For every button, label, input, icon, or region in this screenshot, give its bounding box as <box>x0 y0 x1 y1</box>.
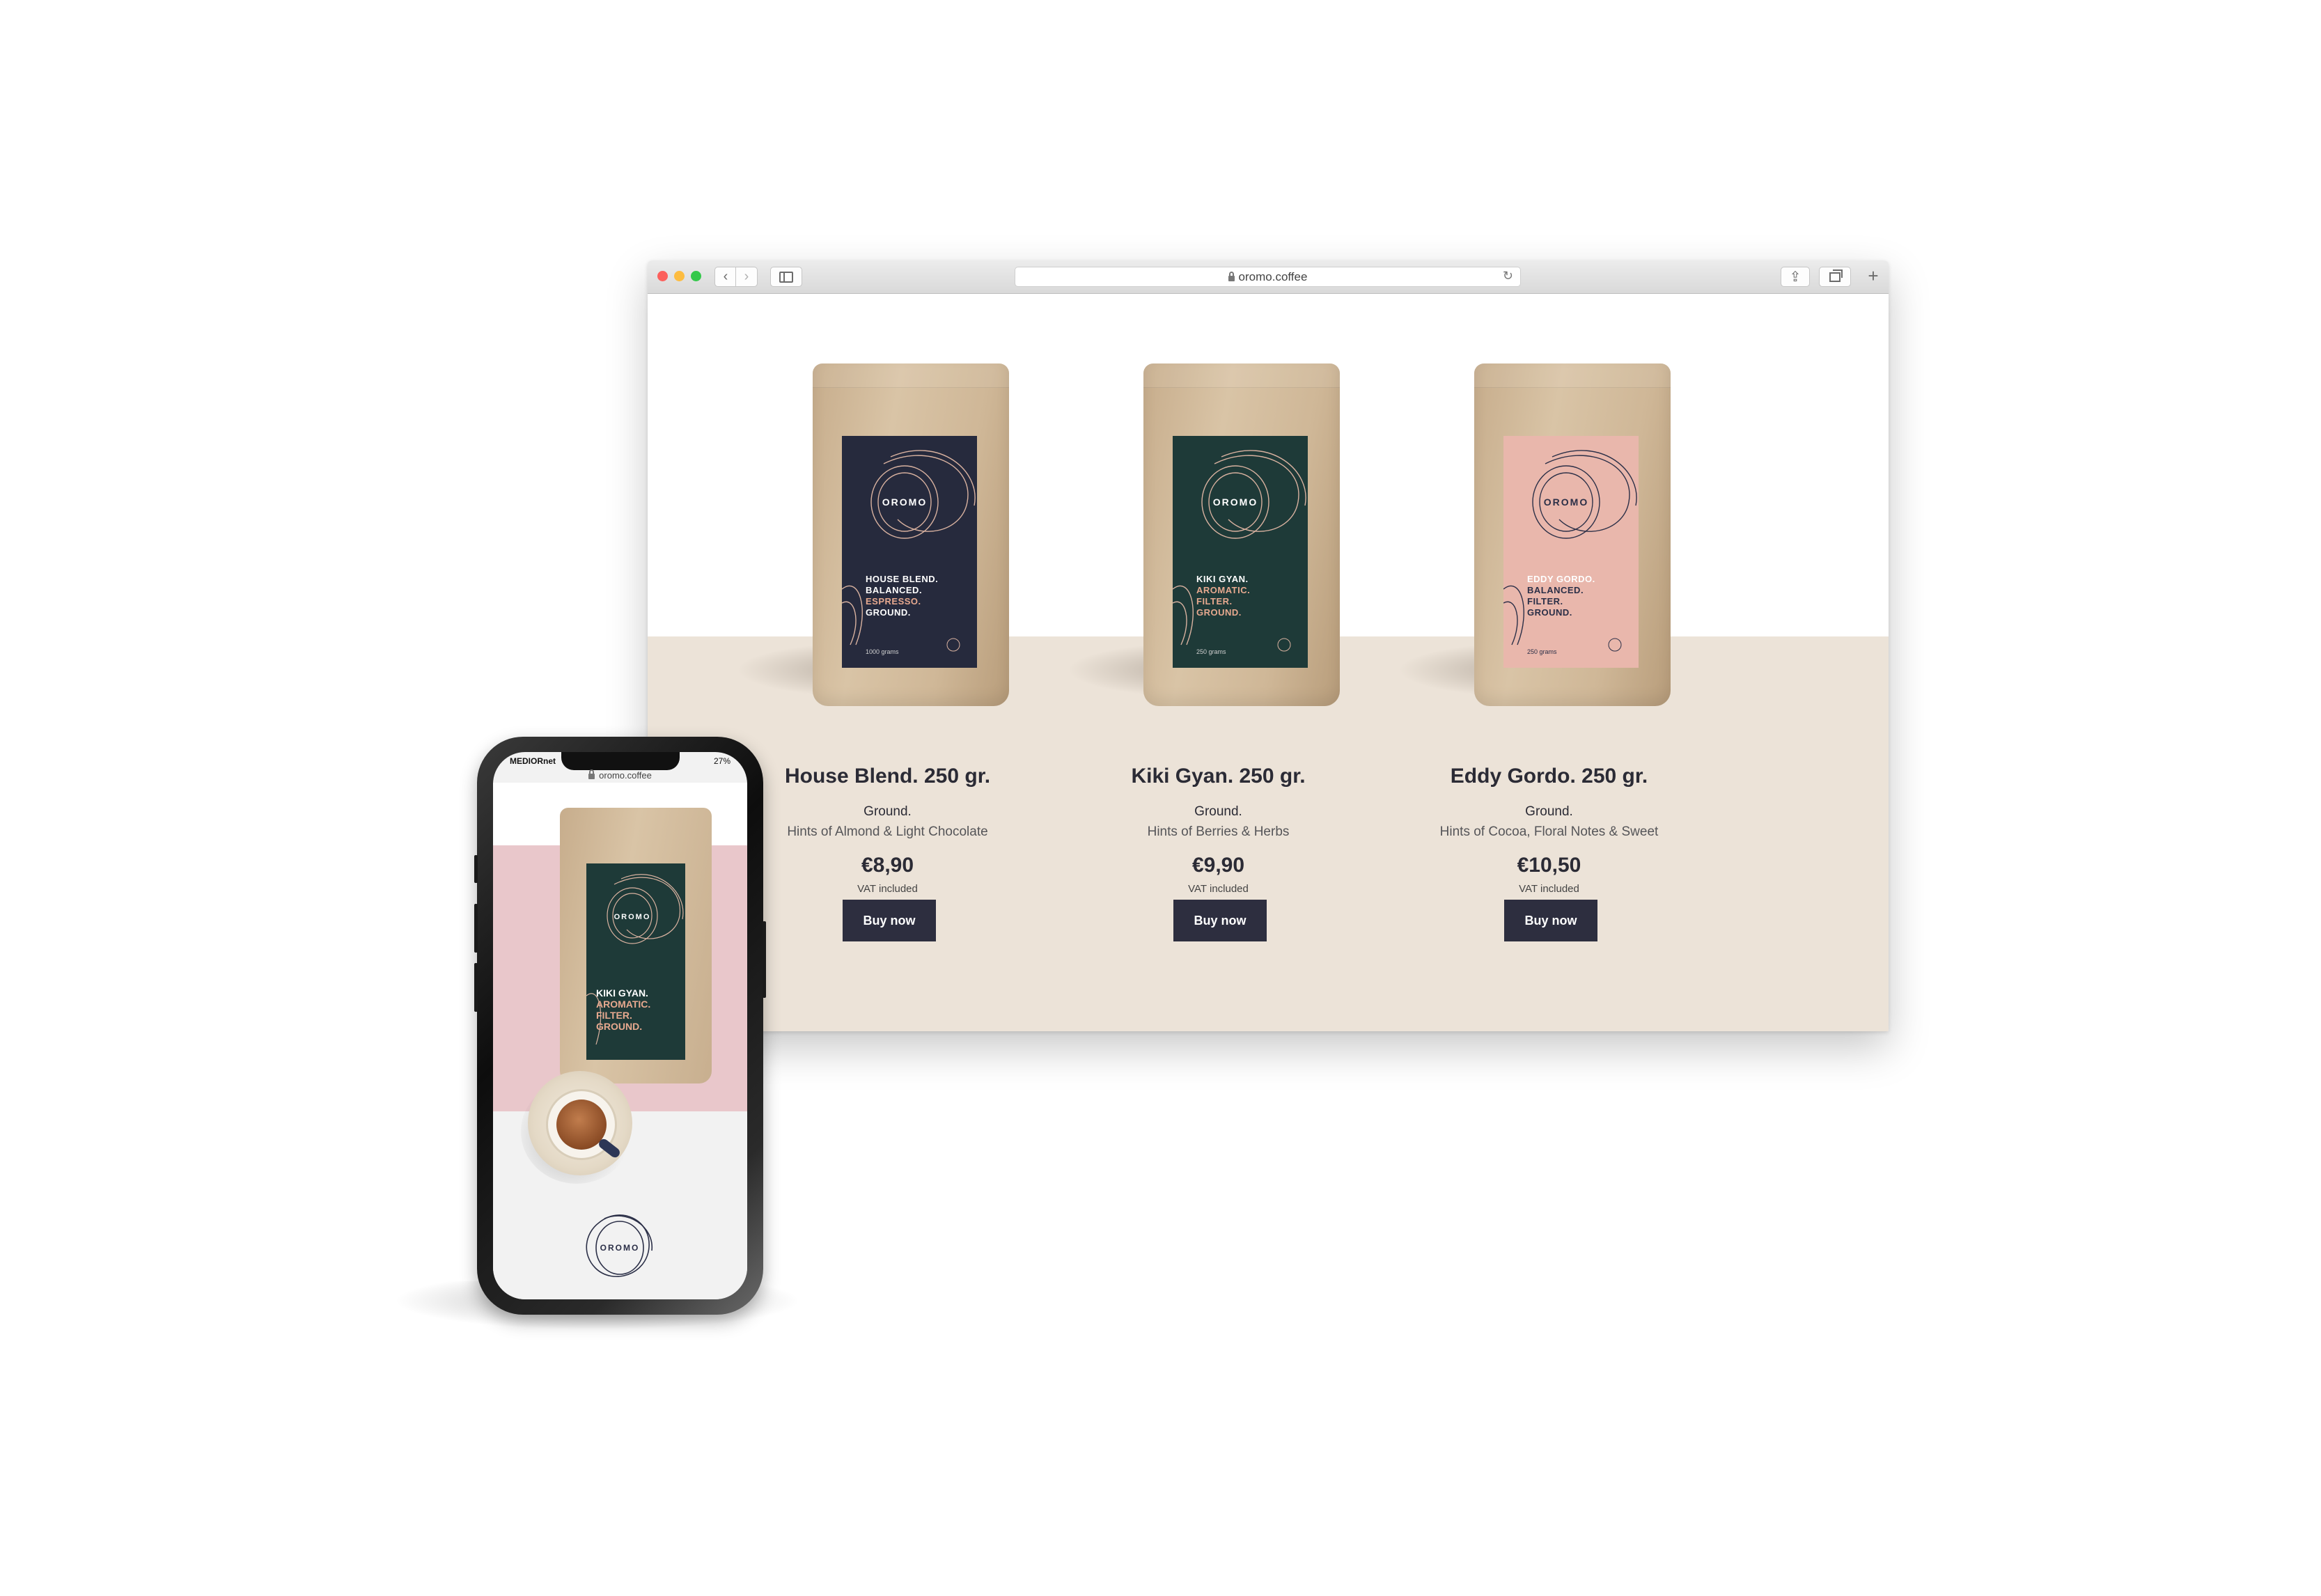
oromo-logo-lines: OROMO <box>842 450 976 652</box>
address-text-wrap: oromo.coffee <box>1015 270 1520 284</box>
bag-seal <box>813 363 1009 388</box>
coffee-bag: OROMO HOUSE BLEND. BALANCED. ESPRESSO. G… <box>813 363 1009 706</box>
page-viewport: OROMO HOUSE BLEND. BALANCED. ESPRESSO. G… <box>648 294 1889 1031</box>
mobile-address-text: oromo.coffee <box>599 770 652 781</box>
back-button[interactable]: ‹ <box>714 267 737 287</box>
product-price: €8,90 <box>861 854 914 877</box>
phone-volume-up <box>474 904 478 953</box>
product-image[interactable]: OROMO HOUSE BLEND. BALANCED. ESPRESSO. G… <box>736 363 1009 706</box>
coffee-bag: OROMO KIKI GYAN. AROMATIC. FILTER. GROUN… <box>1143 363 1340 706</box>
mobile-bag-label: OROMO KIKI GYAN. AROMATIC. FILTER. GROUN… <box>586 863 685 1060</box>
bag-label: OROMO EDDY GORDO. BALANCED. FILTER. GROU… <box>1503 436 1639 668</box>
bag-label: OROMO HOUSE BLEND. BALANCED. ESPRESSO. G… <box>842 436 977 668</box>
oromo-logo-lines: OROMO <box>1173 450 1306 652</box>
product-name[interactable]: House Blend. 250 gr. <box>722 765 1053 788</box>
buy-now-button[interactable]: Buy now <box>1173 900 1267 941</box>
phone-notch <box>561 752 680 770</box>
bag-label-text: EDDY GORDO. BALANCED. FILTER. GROUND. <box>1527 574 1595 618</box>
bag-weight: 250 grams <box>1527 648 1557 655</box>
bag-weight: 1000 grams <box>866 648 899 655</box>
product-notes: Hints of Almond & Light Chocolate <box>787 824 988 839</box>
mobile-bag-label-text: KIKI GYAN. AROMATIC. FILTER. GROUND. <box>596 987 650 1032</box>
bag-label-text: HOUSE BLEND. BALANCED. ESPRESSO. GROUND. <box>866 574 938 618</box>
svg-text:OROMO: OROMO <box>614 913 651 921</box>
new-tab-button[interactable]: + <box>1861 265 1886 286</box>
buy-now-button[interactable]: Buy now <box>1504 900 1597 941</box>
phone-mute-switch <box>474 855 478 883</box>
bag-seal <box>1143 363 1340 388</box>
oromo-logo-lines: OROMO <box>1503 450 1637 652</box>
share-icon: ⇪ <box>1789 269 1802 285</box>
bag-label-line1: EDDY GORDO. <box>1527 574 1595 584</box>
mobile-coffee-bag[interactable]: OROMO KIKI GYAN. AROMATIC. FILTER. GROUN… <box>560 808 712 1083</box>
bag-label-text: KIKI GYAN. AROMATIC. FILTER. GROUND. <box>1196 574 1250 618</box>
minimize-window-button[interactable] <box>674 271 685 281</box>
bag-label-line4: GROUND. <box>1527 607 1572 618</box>
bag-label-line3: FILTER. <box>1196 596 1233 607</box>
mobile-address-bar[interactable]: oromo.coffee <box>493 769 747 781</box>
phone-power-button <box>763 921 766 998</box>
mobile-label-line4: GROUND. <box>596 1021 643 1032</box>
bag-label-line2: BALANCED. <box>866 585 923 595</box>
svg-text:OROMO: OROMO <box>600 1243 640 1253</box>
bag-label-line3: FILTER. <box>1527 596 1563 607</box>
bag-label-line2: BALANCED. <box>1527 585 1584 595</box>
chevron-left-icon: ‹ <box>723 269 728 284</box>
buy-now-button[interactable]: Buy now <box>843 900 936 941</box>
product-image[interactable]: OROMO KIKI GYAN. AROMATIC. FILTER. GROUN… <box>1067 363 1340 706</box>
product-price: €10,50 <box>1517 854 1581 877</box>
bag-seal <box>1474 363 1671 388</box>
plus-icon: + <box>1868 265 1879 286</box>
browser-toolbar: ‹ › oromo.coffee ↻ ⇪ + <box>648 260 1889 294</box>
vat-note: VAT included <box>857 883 918 895</box>
mobile-label-line2: AROMATIC. <box>596 999 651 1010</box>
phone-device: MEDIORnet 27% oromo.coffee OROMO KIKI GY… <box>474 737 766 1315</box>
bag-weight: 250 grams <box>1196 648 1226 655</box>
lock-icon <box>1228 272 1235 281</box>
svg-text:OROMO: OROMO <box>1544 496 1588 508</box>
lock-icon <box>588 769 595 779</box>
svg-text:OROMO: OROMO <box>882 496 927 508</box>
chevron-right-icon: › <box>744 269 749 284</box>
product-grind: Ground. <box>1194 804 1242 819</box>
mobile-label-line1: KIKI GYAN. <box>596 987 648 999</box>
bag-label-line3: ESPRESSO. <box>866 596 921 607</box>
coffee-bag: OROMO EDDY GORDO. BALANCED. FILTER. GROU… <box>1474 363 1671 706</box>
vat-note: VAT included <box>1188 883 1249 895</box>
bag-label-line4: GROUND. <box>1196 607 1242 618</box>
sidebar-icon <box>779 271 793 283</box>
product-notes: Hints of Berries & Herbs <box>1147 824 1290 839</box>
close-window-button[interactable] <box>657 271 668 281</box>
browser-window: ‹ › oromo.coffee ↻ ⇪ + OROMO HOUSE BLEND… <box>648 260 1889 1031</box>
bag-label-line2: AROMATIC. <box>1196 585 1251 595</box>
carrier-name: MEDIORnet <box>510 756 556 766</box>
maximize-window-button[interactable] <box>691 271 701 281</box>
show-tabs-button[interactable] <box>1819 267 1851 287</box>
product-name[interactable]: Kiki Gyan. 250 gr. <box>1053 765 1384 788</box>
bag-label-line4: GROUND. <box>866 607 911 618</box>
share-button[interactable]: ⇪ <box>1781 267 1810 287</box>
product-price: €9,90 <box>1191 854 1245 877</box>
svg-text:OROMO: OROMO <box>1213 496 1258 508</box>
phone-screen: MEDIORnet 27% oromo.coffee OROMO KIKI GY… <box>493 752 747 1299</box>
tabs-icon <box>1829 269 1843 282</box>
product-grind: Ground. <box>1525 804 1573 819</box>
mobile-label-line3: FILTER. <box>596 1010 632 1021</box>
sidebar-toggle-button[interactable] <box>770 267 802 287</box>
bag-label-line1: HOUSE BLEND. <box>866 574 939 584</box>
address-bar[interactable]: oromo.coffee ↻ <box>1015 267 1521 287</box>
bag-label-line1: KIKI GYAN. <box>1196 574 1249 584</box>
reload-icon[interactable]: ↻ <box>1503 269 1513 283</box>
address-text: oromo.coffee <box>1238 270 1308 283</box>
product-grind: Ground. <box>863 804 912 819</box>
battery-level: 27% <box>713 756 730 766</box>
vat-note: VAT included <box>1519 883 1579 895</box>
oromo-logo-icon[interactable]: OROMO <box>585 1209 655 1287</box>
forward-button[interactable]: › <box>735 267 758 287</box>
bag-label: OROMO KIKI GYAN. AROMATIC. FILTER. GROUN… <box>1173 436 1308 668</box>
product-name[interactable]: Eddy Gordo. 250 gr. <box>1384 765 1714 788</box>
product-notes: Hints of Cocoa, Floral Notes & Sweet <box>1439 824 1659 839</box>
product-image[interactable]: OROMO EDDY GORDO. BALANCED. FILTER. GROU… <box>1398 363 1671 706</box>
phone-volume-down <box>474 963 478 1012</box>
